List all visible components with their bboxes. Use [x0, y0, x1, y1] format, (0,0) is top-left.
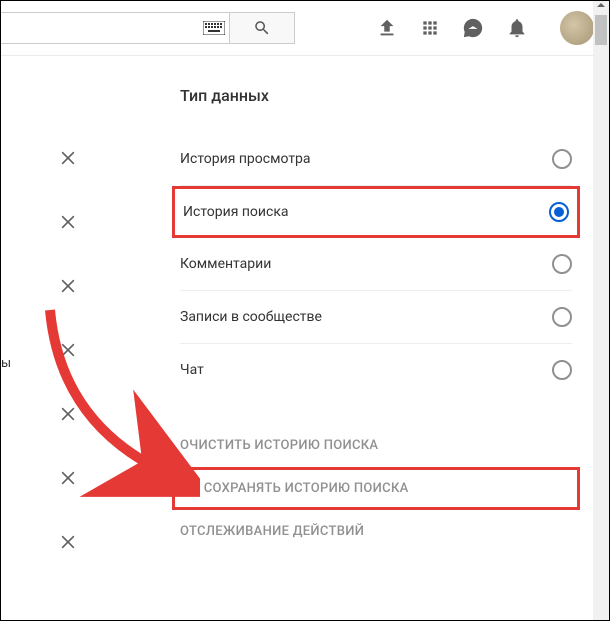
action-list: ОЧИСТИТЬ ИСТОРИЮ ПОИСКА НЕ СОХРАНЯТЬ ИСТ… — [180, 424, 572, 553]
option-community-posts[interactable]: Записи в сообществе — [180, 291, 572, 344]
search-button[interactable] — [230, 12, 295, 44]
option-comments[interactable]: Комментарии — [180, 238, 572, 291]
scrollbar[interactable] — [593, 1, 609, 620]
close-icon[interactable] — [58, 340, 78, 360]
close-icon[interactable] — [58, 148, 78, 168]
option-watch-history[interactable]: История просмотра — [180, 133, 572, 186]
keyboard-icon[interactable] — [198, 13, 229, 43]
upload-icon[interactable] — [376, 17, 398, 39]
option-search-history[interactable]: История поиска — [172, 186, 580, 238]
radio-icon — [552, 307, 572, 327]
option-chat[interactable]: Чат — [180, 344, 572, 396]
search-icon — [253, 19, 271, 37]
avatar[interactable] — [560, 11, 594, 45]
option-list: История просмотра История поиска Коммент… — [180, 133, 572, 396]
action-pause-search-history[interactable]: НЕ СОХРАНЯТЬ ИСТОРИЮ ПОИСКА — [172, 467, 580, 510]
scroll-up-icon — [597, 3, 605, 7]
side-char: ы — [1, 356, 11, 371]
option-label: История просмотра — [180, 151, 311, 167]
close-icon[interactable] — [58, 212, 78, 232]
header-icons — [376, 11, 594, 45]
main-panel: Тип данных История просмотра История пои… — [110, 56, 610, 621]
messages-icon[interactable] — [462, 17, 484, 39]
option-label: Записи в сообществе — [180, 309, 322, 325]
option-label: Чат — [180, 362, 204, 378]
radio-selected-icon — [549, 202, 569, 222]
close-icon[interactable] — [58, 404, 78, 424]
close-icon[interactable] — [58, 532, 78, 552]
action-activity-controls[interactable]: ОТСЛЕЖИВАНИЕ ДЕЙСТВИЙ — [180, 510, 572, 553]
option-label: Комментарии — [180, 256, 271, 272]
action-clear-search-history[interactable]: ОЧИСТИТЬ ИСТОРИЮ ПОИСКА — [180, 424, 572, 467]
section-title: Тип данных — [140, 86, 572, 105]
radio-icon — [552, 149, 572, 169]
scroll-thumb[interactable] — [595, 15, 607, 45]
close-icon[interactable] — [58, 468, 78, 488]
header — [0, 0, 610, 56]
close-icon[interactable] — [58, 276, 78, 296]
radio-icon — [552, 360, 572, 380]
search-box — [0, 12, 230, 44]
apps-icon[interactable] — [420, 18, 440, 38]
sidebar: ы — [0, 56, 110, 621]
search-input[interactable] — [1, 13, 198, 43]
option-label: История поиска — [183, 204, 289, 220]
notifications-icon[interactable] — [506, 17, 528, 39]
radio-icon — [552, 254, 572, 274]
